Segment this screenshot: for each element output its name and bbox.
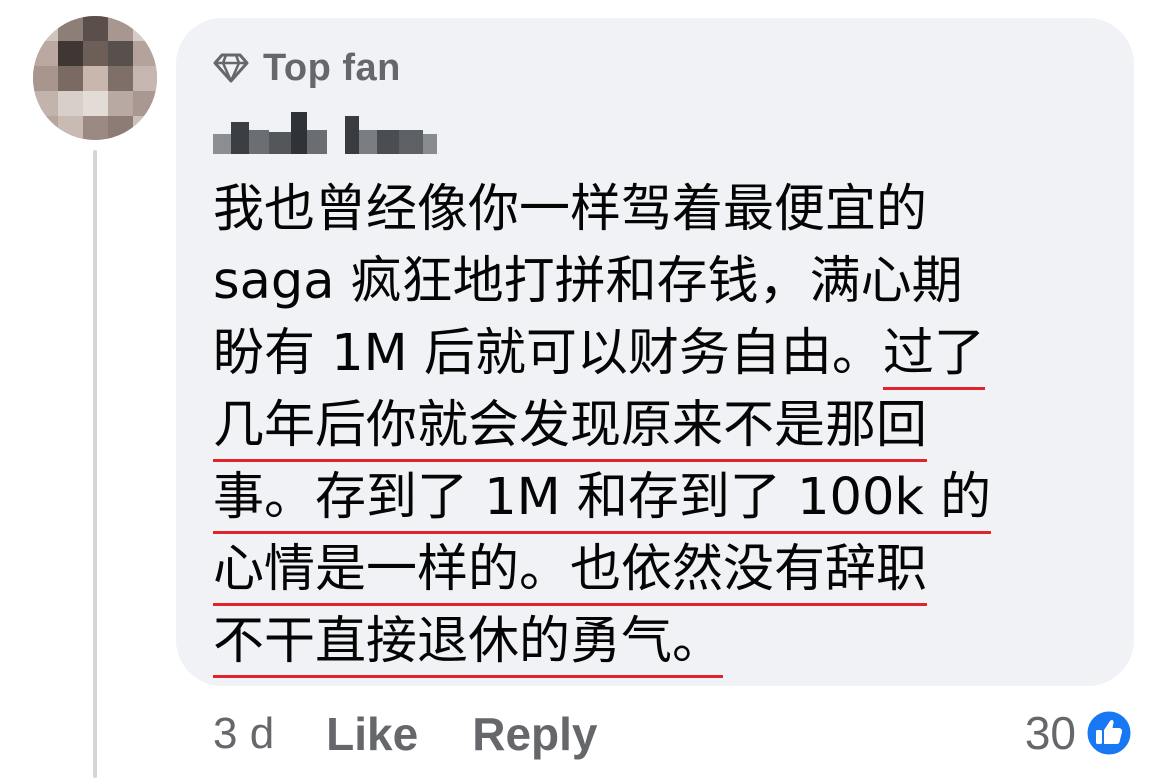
like-button[interactable]: Like [326, 707, 418, 761]
highlighted-text: 过了 [882, 324, 985, 390]
reply-button[interactable]: Reply [472, 707, 597, 761]
top-fan-badge: Top fan [213, 40, 401, 96]
comment-body: 我也曾经像你一样驾着最便宜的 saga 疯狂地打拼和存钱，满心期 盼有 1M 后… [213, 174, 1093, 678]
comment-line: saga 疯狂地打拼和存钱，满心期 [213, 252, 963, 311]
avatar[interactable] [33, 16, 157, 140]
comment-line: 我也曾经像你一样驾着最便宜的 [213, 180, 928, 239]
diamond-icon [213, 53, 249, 83]
timestamp[interactable]: 3 d [213, 709, 274, 759]
highlighted-text: 不干直接退休的勇气。 [213, 612, 724, 678]
thread-line [93, 150, 97, 778]
comment-line: 事。存到了 1M 和存到了 100k 的 [213, 462, 1093, 534]
comment-thread: Top fan 我也曾经像你一样驾着最便宜的 saga 疯狂地打拼和存钱，满心期… [0, 0, 1170, 778]
comment-line-segment: 盼有 1M 后就可以财务自由。 [213, 324, 883, 383]
comment-line: 盼有 1M 后就可以财务自由。过了 [213, 318, 1093, 390]
comment-line: 心情是一样的。也依然没有辞职 [213, 534, 1093, 606]
highlighted-text: 心情是一样的。也依然没有辞职 [213, 540, 928, 606]
comment-actions: 3 d Like Reply [213, 704, 651, 764]
thumbs-up-icon [1084, 708, 1134, 758]
author-name-blurred[interactable] [213, 112, 437, 154]
reaction-count: 30 [1024, 707, 1076, 759]
comment-line: 几年后你就会发现原来不是那回 [213, 390, 1093, 462]
reaction-summary[interactable]: 30 [1025, 700, 1134, 766]
highlighted-text: 几年后你就会发现原来不是那回 [213, 396, 928, 462]
highlighted-text: 事。存到了 1M 和存到了 100k 的 [213, 468, 992, 534]
badge-label: Top fan [263, 46, 401, 89]
comment-line: 不干直接退休的勇气。 [213, 606, 1093, 678]
